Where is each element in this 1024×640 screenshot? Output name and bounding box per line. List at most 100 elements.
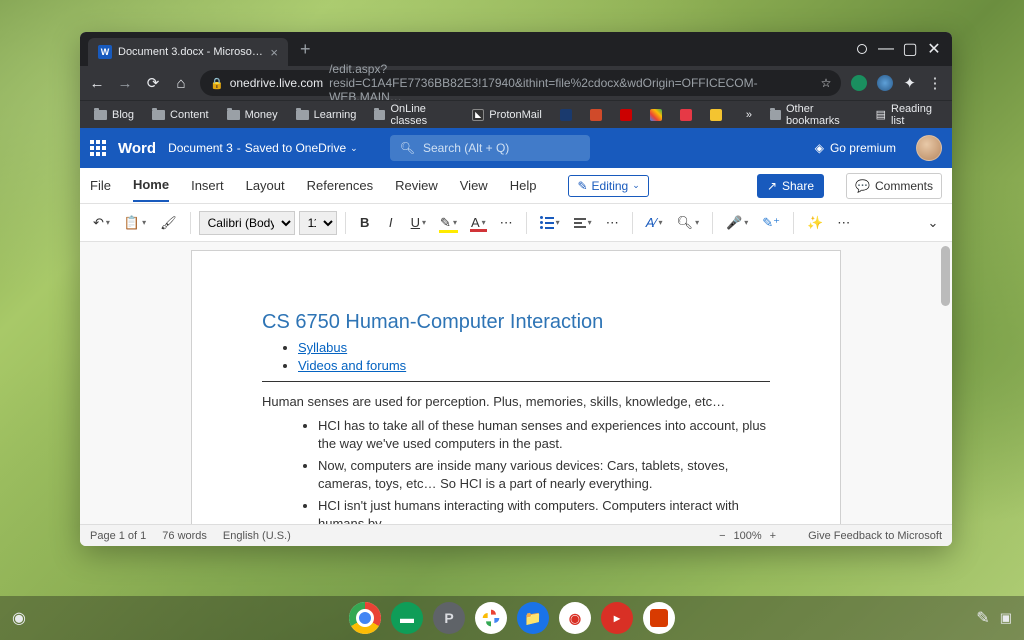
comments-button[interactable]: 💬 Comments <box>846 173 942 199</box>
other-bookmarks[interactable]: Other bookmarks <box>764 101 864 129</box>
feedback-link[interactable]: Give Feedback to Microsoft <box>808 530 942 542</box>
zoom-controls: − 100% + <box>719 530 776 542</box>
undo-button[interactable]: ↶▾ <box>88 211 115 235</box>
bookmark-folder[interactable]: Blog <box>88 107 140 123</box>
browser-menu-icon[interactable]: ⋮ <box>926 74 944 92</box>
document-name-dropdown[interactable]: Document 3 - Saved to OneDrive ⌄ <box>168 141 358 155</box>
bookmark-item[interactable] <box>644 107 668 123</box>
bookmark-star-icon[interactable]: ☆ <box>821 76 832 90</box>
font-family-select[interactable]: Calibri (Body) <box>199 211 295 235</box>
editing-mode-button[interactable]: ✎ Editing ⌄ <box>568 175 648 197</box>
stylus-icon[interactable]: ✎ <box>976 608 989 628</box>
format-painter-button[interactable]: 🖌 <box>155 211 182 235</box>
browser-tab[interactable]: W Document 3.docx - Microsoft Wo × <box>88 38 288 66</box>
close-window-icon[interactable]: ✕ <box>926 41 942 57</box>
zoom-in-button[interactable]: + <box>770 530 776 542</box>
bookmark-item[interactable] <box>674 107 698 123</box>
url-box[interactable]: 🔒 onedrive.live.com /edit.aspx?resid=C1A… <box>200 70 841 96</box>
tab-file[interactable]: File <box>90 170 111 201</box>
messages-icon[interactable]: ▬ <box>391 602 423 634</box>
bullets-button[interactable]: ▾ <box>535 212 565 233</box>
word-header: Word Document 3 - Saved to OneDrive ⌄ 🔍︎… <box>80 128 952 168</box>
document-page[interactable]: CS 6750 Human-Computer Interaction Sylla… <box>191 250 841 524</box>
doc-link[interactable]: Videos and forums <box>298 358 406 373</box>
page-count[interactable]: Page 1 of 1 <box>90 530 146 542</box>
files-icon[interactable]: 📁 <box>517 602 549 634</box>
address-bar-row: ← → ⟳ ⌂ 🔒 onedrive.live.com /edit.aspx?r… <box>80 66 952 100</box>
tab-view[interactable]: View <box>460 170 488 201</box>
more-font-button[interactable]: ⋯ <box>495 211 518 235</box>
overview-icon[interactable]: ▣ <box>1000 610 1012 626</box>
find-button[interactable]: 🔍︎▾ <box>672 211 705 235</box>
scrollbar-thumb[interactable] <box>941 246 950 306</box>
collapse-ribbon-icon[interactable]: ⌄ <box>922 211 944 235</box>
share-button[interactable]: ↗ Share <box>757 174 824 198</box>
reading-list[interactable]: ▤Reading list <box>870 101 944 129</box>
designer-button[interactable]: ✨ <box>802 211 828 235</box>
bookmark-item[interactable] <box>704 107 728 123</box>
search-input[interactable]: 🔍︎ Search (Alt + Q) <box>390 135 591 161</box>
bookmark-protonmail[interactable]: ◣ProtonMail <box>466 107 548 123</box>
office-icon[interactable] <box>643 602 675 634</box>
italic-button[interactable]: I <box>380 211 402 234</box>
photos-icon[interactable] <box>475 602 507 634</box>
app-icon[interactable]: ▶ <box>601 602 633 634</box>
styles-button[interactable]: A⁄▾ <box>641 211 668 234</box>
folder-icon <box>227 110 240 120</box>
tab-home[interactable]: Home <box>133 169 169 202</box>
bookmark-folder[interactable]: Content <box>146 107 215 123</box>
tab-review[interactable]: Review <box>395 170 438 201</box>
align-left-icon <box>574 218 586 228</box>
language-status[interactable]: English (U.S.) <box>223 530 291 542</box>
reading-list-icon: ▤ <box>876 108 886 121</box>
tab-references[interactable]: References <box>307 170 373 201</box>
editor-button[interactable]: ✎⁺ <box>757 211 785 235</box>
paste-button[interactable]: 📋▾ <box>119 211 151 235</box>
launcher-button[interactable]: ◉ <box>12 608 26 628</box>
dictate-button[interactable]: 🎤▾ <box>721 211 753 235</box>
tab-help[interactable]: Help <box>510 170 537 201</box>
app-launcher-icon[interactable] <box>90 140 106 156</box>
highlight-button[interactable]: ✎▾ <box>435 211 462 235</box>
chevron-down-icon: ⌄ <box>632 180 640 191</box>
maximize-icon[interactable]: ▢ <box>902 41 918 57</box>
minimize-icon[interactable]: — <box>878 41 894 57</box>
underline-button[interactable]: U▾ <box>406 211 431 234</box>
bookmark-item[interactable] <box>614 107 638 123</box>
bold-button[interactable]: B <box>354 211 376 234</box>
extension-icon[interactable] <box>851 75 867 91</box>
youtube-music-icon[interactable]: ◉ <box>559 602 591 634</box>
bookmark-item[interactable] <box>584 107 608 123</box>
app-icon[interactable]: P <box>433 602 465 634</box>
site-icon <box>650 109 662 121</box>
tab-insert[interactable]: Insert <box>191 170 224 201</box>
bookmark-folder[interactable]: Money <box>221 107 284 123</box>
extensions-puzzle-icon[interactable]: ✦ <box>903 74 916 92</box>
bookmark-item[interactable] <box>554 107 578 123</box>
bookmarks-overflow-icon[interactable]: » <box>740 109 758 121</box>
bookmark-folder[interactable]: Learning <box>290 107 363 123</box>
reload-icon[interactable]: ⟳ <box>144 74 162 92</box>
word-count[interactable]: 76 words <box>162 530 207 542</box>
user-avatar[interactable] <box>916 135 942 161</box>
account-circle-icon[interactable] <box>854 41 870 57</box>
bookmark-folder[interactable]: OnLine classes <box>368 101 460 129</box>
new-tab-button[interactable]: + <box>300 39 311 60</box>
toolbar-overflow-button[interactable]: ⋯ <box>832 211 855 235</box>
extension-icon[interactable] <box>877 75 893 91</box>
tab-layout[interactable]: Layout <box>246 170 285 201</box>
font-size-select[interactable]: 11 <box>299 211 337 235</box>
back-icon[interactable]: ← <box>88 75 106 92</box>
font-color-button[interactable]: A▾ <box>466 211 491 234</box>
chrome-icon[interactable] <box>349 602 381 634</box>
close-tab-icon[interactable]: × <box>270 45 278 60</box>
go-premium-button[interactable]: ◈ Go premium <box>815 141 896 155</box>
doc-link[interactable]: Syllabus <box>298 340 347 355</box>
align-button[interactable]: ▾ <box>569 214 597 232</box>
zoom-out-button[interactable]: − <box>719 530 725 542</box>
scrollbar[interactable] <box>941 246 950 520</box>
chromeos-shelf: ◉ ▬ P 📁 ◉ ▶ ✎ ▣ <box>0 596 1024 640</box>
document-scroll[interactable]: CS 6750 Human-Computer Interaction Sylla… <box>80 242 952 524</box>
home-icon[interactable]: ⌂ <box>172 75 190 92</box>
more-paragraph-button[interactable]: ⋯ <box>601 211 624 235</box>
